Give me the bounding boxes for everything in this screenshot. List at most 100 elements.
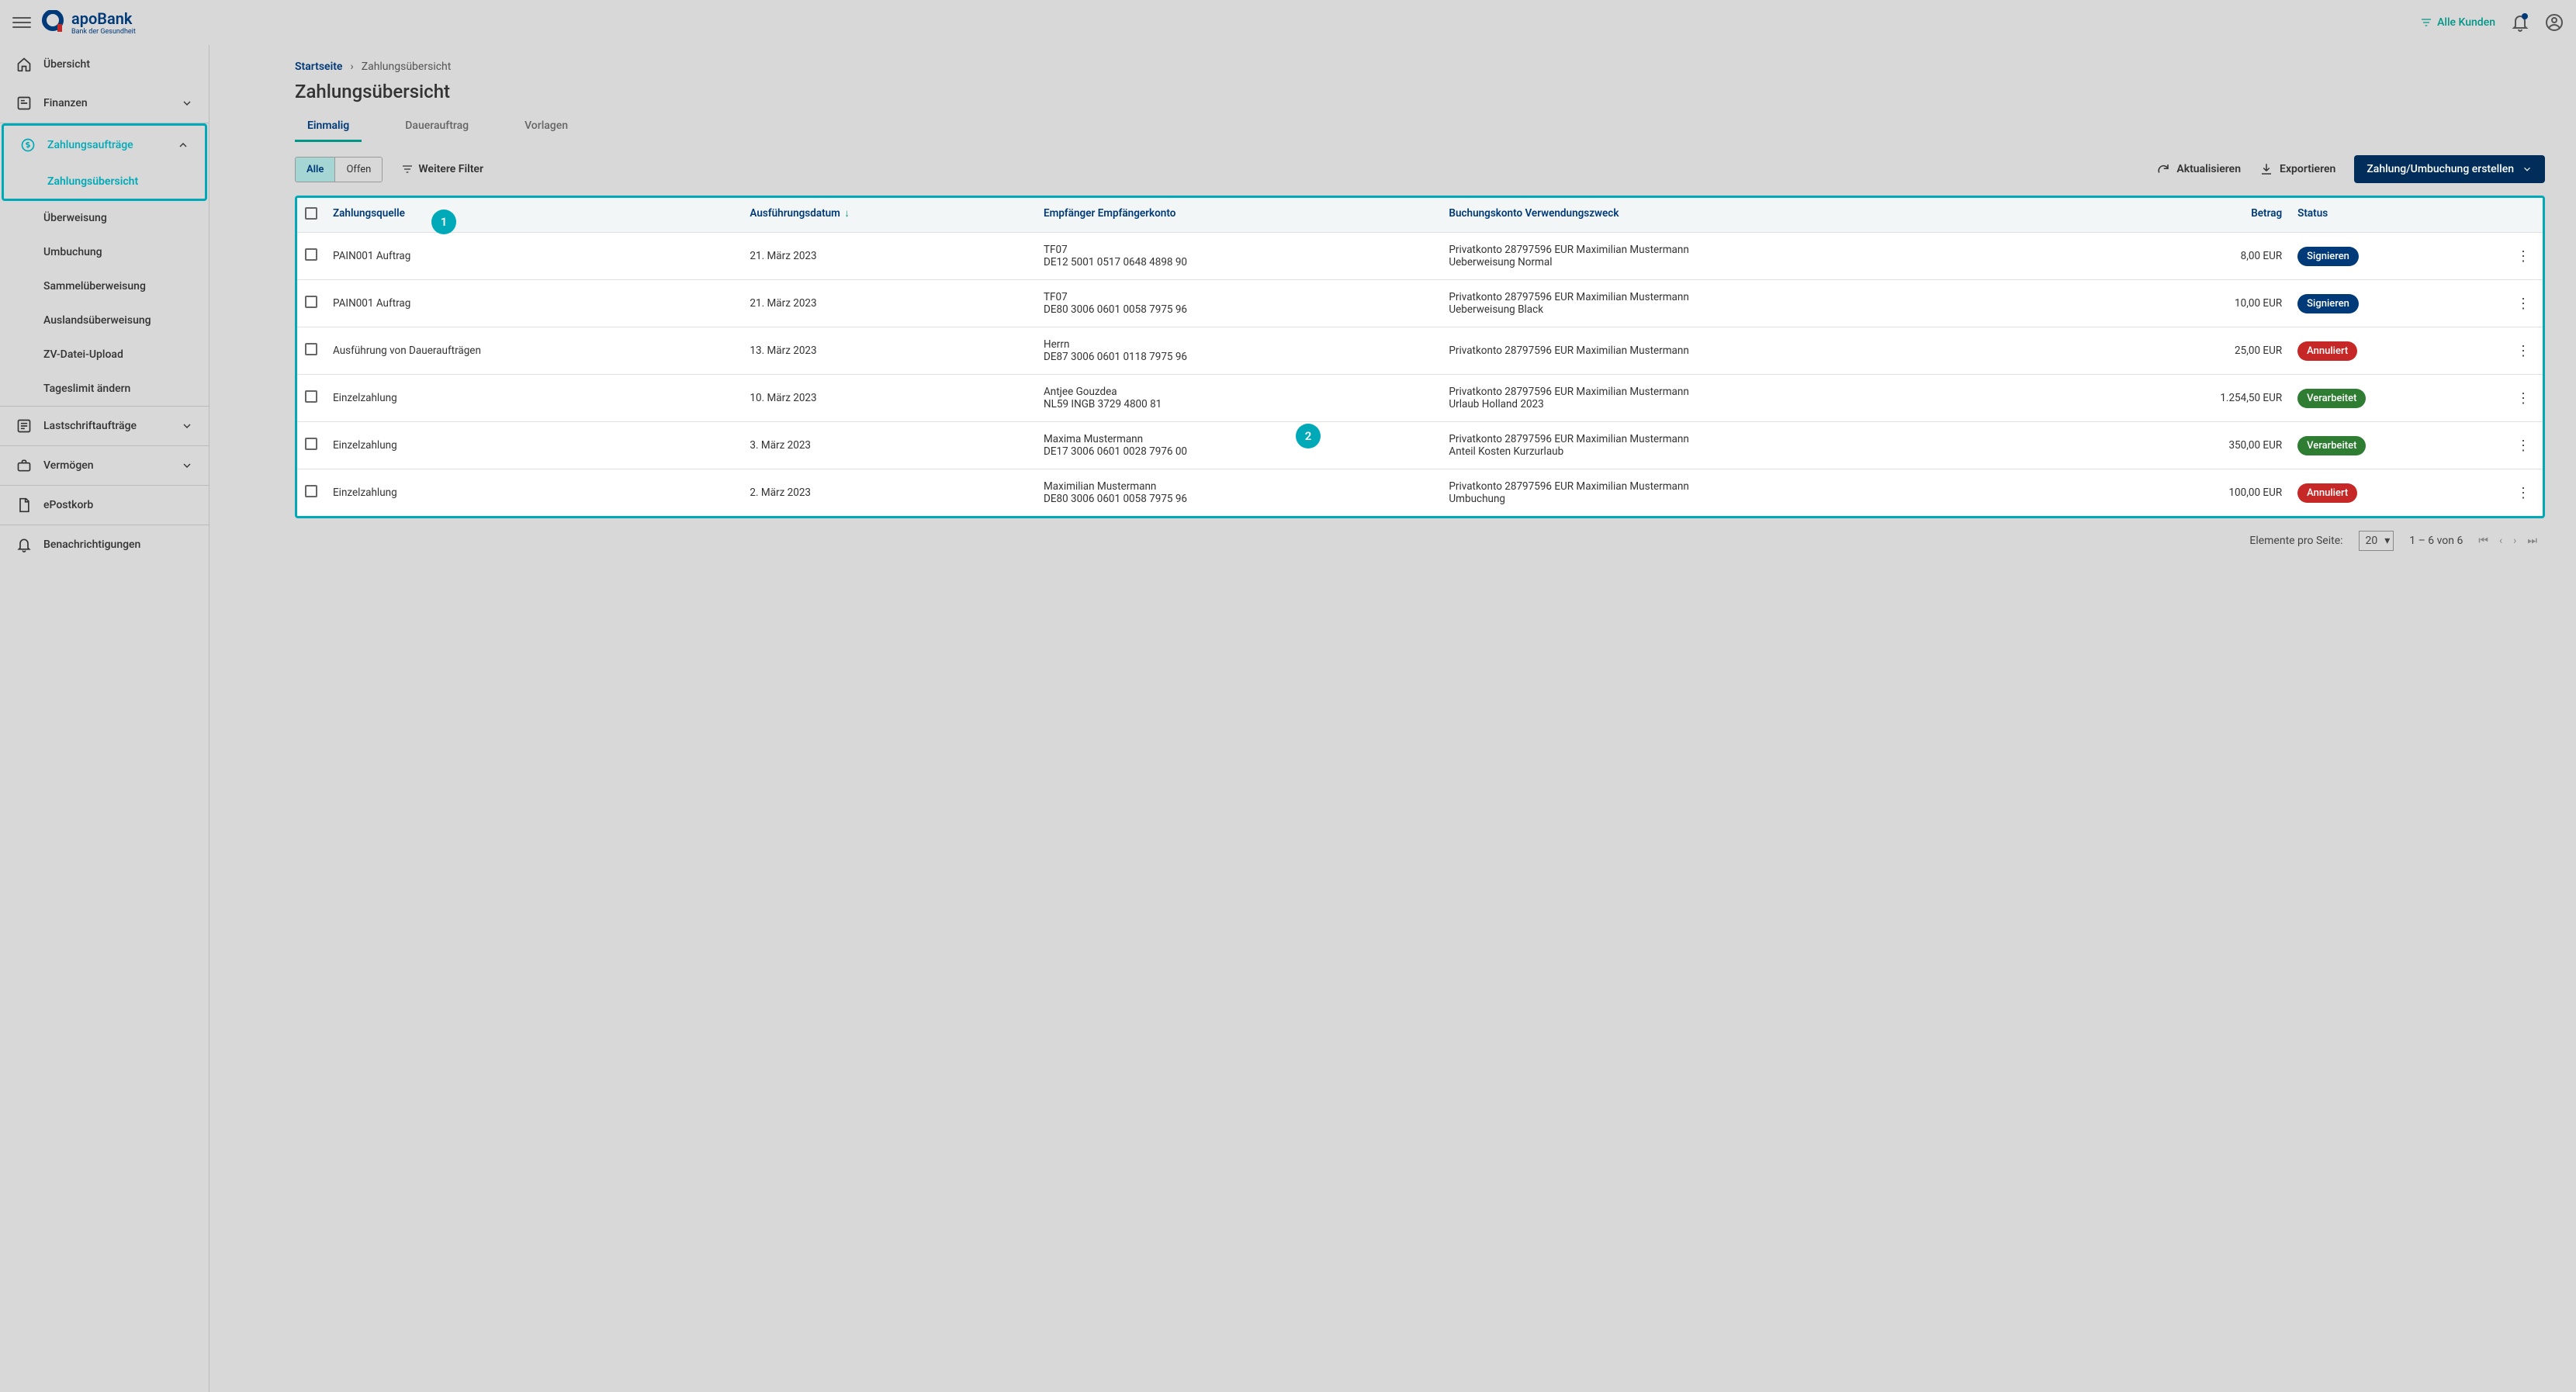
row-checkbox[interactable] [305, 390, 317, 403]
customer-filter-button[interactable]: Alle Kunden [2420, 16, 2495, 29]
th-amount[interactable]: Betrag [2093, 198, 2290, 233]
row-checkbox[interactable] [305, 485, 317, 497]
document-icon [16, 497, 33, 514]
status-badge: Verarbeitet [2297, 436, 2366, 455]
cell-recipient: Maximilian MustermannDE80 3006 0601 0058… [1036, 469, 1441, 517]
cell-amount: 1.254,50 EUR [2093, 375, 2290, 422]
tab-einmalig[interactable]: Einmalig [295, 112, 362, 142]
cell-source: Ausführung von Daueraufträgen [325, 327, 742, 375]
select-all-checkbox[interactable] [305, 207, 317, 220]
th-source[interactable]: Zahlungsquelle [325, 198, 742, 233]
briefcase-icon [16, 457, 33, 474]
status-badge: Signieren [2297, 247, 2359, 266]
finance-icon [16, 95, 33, 112]
table-row[interactable]: Einzelzahlung10. März 2023Antjee Gouzdea… [297, 375, 2543, 422]
table-row[interactable]: Einzelzahlung3. März 2023Maxima Musterma… [297, 422, 2543, 469]
nav-sub-zv-datei-upload[interactable]: ZV-Datei-Upload [0, 338, 209, 372]
more-filters-button[interactable]: Weitere Filter [401, 163, 483, 175]
cell-source: PAIN001 Auftrag [325, 280, 742, 327]
row-checkbox[interactable] [305, 438, 317, 450]
row-checkbox[interactable] [305, 296, 317, 308]
annotation-marker-1: 1 [431, 209, 456, 234]
nav-epostkorb[interactable]: ePostkorb [0, 486, 209, 525]
nav-sub-ueberweisung[interactable]: Überweisung [0, 201, 209, 235]
tab-vorlagen[interactable]: Vorlagen [512, 112, 580, 142]
app-header: apoBank Bank der Gesundheit Alle Kunden [0, 0, 2576, 45]
payment-icon [19, 137, 36, 154]
row-actions-button[interactable]: ⋮ [2512, 296, 2535, 312]
th-status[interactable]: Status [2290, 198, 2504, 233]
nav-finanzen[interactable]: Finanzen [0, 84, 209, 123]
cell-recipient: TF07DE12 5001 0517 0648 4898 90 [1036, 233, 1441, 280]
nav-sub-umbuchung[interactable]: Umbuchung [0, 235, 209, 269]
last-page-button[interactable]: ⏭ [2527, 535, 2537, 547]
cell-booking: Privatkonto 28797596 EUR Maximilian Must… [1441, 422, 2092, 469]
hamburger-menu-button[interactable] [12, 13, 31, 32]
filter-icon [401, 163, 414, 175]
cell-booking: Privatkonto 28797596 EUR Maximilian Must… [1441, 233, 2092, 280]
page-title: Zahlungsübersicht [295, 81, 2545, 102]
nav-sub-zahlungsuebersicht[interactable]: Zahlungsübersicht [4, 164, 205, 199]
cell-status: Signieren [2290, 233, 2504, 280]
row-actions-button[interactable]: ⋮ [2512, 485, 2535, 501]
first-page-button[interactable]: ⏮ [2478, 535, 2488, 547]
next-page-button[interactable]: › [2513, 535, 2516, 547]
filter-toggle-all[interactable]: Alle [296, 158, 334, 182]
cell-amount: 10,00 EUR [2093, 280, 2290, 327]
cell-date: 21. März 2023 [742, 280, 1036, 327]
status-badge: Verarbeitet [2297, 389, 2366, 408]
nav-sub-auslandsueberweisung[interactable]: Auslandsüberweisung [0, 303, 209, 338]
cell-source: Einzelzahlung [325, 422, 742, 469]
tab-dauerauftrag[interactable]: Dauerauftrag [393, 112, 481, 142]
row-actions-button[interactable]: ⋮ [2512, 343, 2535, 359]
nav-zahlungsauftraege-label: Zahlungsaufträge [47, 139, 133, 151]
export-button[interactable]: Exportieren [2259, 162, 2335, 176]
cell-booking: Privatkonto 28797596 EUR Maximilian Must… [1441, 375, 2092, 422]
brand-logo[interactable]: apoBank Bank der Gesundheit [40, 9, 136, 36]
nav-benachrichtigungen[interactable]: Benachrichtigungen [0, 525, 209, 564]
nav-overview-label: Übersicht [43, 58, 90, 71]
row-actions-button[interactable]: ⋮ [2512, 390, 2535, 407]
row-checkbox[interactable] [305, 248, 317, 261]
nav-lastschrift[interactable]: Lastschriftaufträge [0, 407, 209, 446]
profile-button[interactable] [2545, 13, 2564, 32]
table-row[interactable]: Einzelzahlung2. März 2023Maximilian Must… [297, 469, 2543, 517]
pagination-range: 1 – 6 von 6 [2409, 535, 2463, 547]
filter-icon [2420, 16, 2432, 29]
nav-highlighted-group: Zahlungsaufträge Zahlungsübersicht [2, 123, 207, 201]
breadcrumb-home[interactable]: Startseite [295, 61, 342, 73]
cell-recipient: HerrnDE87 3006 0601 0118 7975 96 [1036, 327, 1441, 375]
table-row[interactable]: PAIN001 Auftrag21. März 2023TF07DE80 300… [297, 280, 2543, 327]
customer-filter-label: Alle Kunden [2437, 16, 2495, 29]
nav-overview[interactable]: Übersicht [0, 45, 209, 84]
per-page-select[interactable]: 20 ▾ [2359, 531, 2394, 551]
payments-table-container: Zahlungsquelle Ausführungsdatum ↓ Empfän… [295, 196, 2545, 518]
table-row[interactable]: Ausführung von Daueraufträgen13. März 20… [297, 327, 2543, 375]
cell-date: 10. März 2023 [742, 375, 1036, 422]
refresh-button[interactable]: Aktualisieren [2156, 162, 2241, 176]
create-payment-button[interactable]: Zahlung/Umbuchung erstellen [2354, 155, 2545, 183]
cell-booking: Privatkonto 28797596 EUR Maximilian Must… [1441, 327, 2092, 375]
nav-sub-tageslimit[interactable]: Tageslimit ändern [0, 372, 209, 407]
notifications-button[interactable] [2511, 13, 2529, 32]
nav-sub-sammelueberweisung[interactable]: Sammelüberweisung [0, 269, 209, 303]
prev-page-button[interactable]: ‹ [2499, 535, 2502, 547]
nav-vermoegen[interactable]: Vermögen [0, 446, 209, 486]
row-actions-button[interactable]: ⋮ [2512, 248, 2535, 265]
chevron-down-icon [2522, 164, 2533, 175]
notification-dot [2522, 13, 2528, 19]
nav-epostkorb-label: ePostkorb [43, 499, 93, 511]
annotation-marker-2: 2 [1296, 424, 1321, 448]
th-recipient[interactable]: Empfänger Empfängerkonto [1036, 198, 1441, 233]
filter-toggle-group: Alle Offen [295, 157, 383, 182]
status-badge: Annuliert [2297, 483, 2357, 503]
row-actions-button[interactable]: ⋮ [2512, 438, 2535, 454]
row-checkbox[interactable] [305, 343, 317, 355]
status-badge: Annuliert [2297, 341, 2357, 361]
cell-source: PAIN001 Auftrag [325, 233, 742, 280]
th-exec-date[interactable]: Ausführungsdatum ↓ [742, 198, 1036, 233]
nav-zahlungsauftraege[interactable]: Zahlungsaufträge [4, 126, 205, 164]
table-row[interactable]: PAIN001 Auftrag21. März 2023TF07DE12 500… [297, 233, 2543, 280]
filter-toggle-open[interactable]: Offen [334, 158, 382, 182]
th-booking[interactable]: Buchungskonto Verwendungszweck [1441, 198, 2092, 233]
